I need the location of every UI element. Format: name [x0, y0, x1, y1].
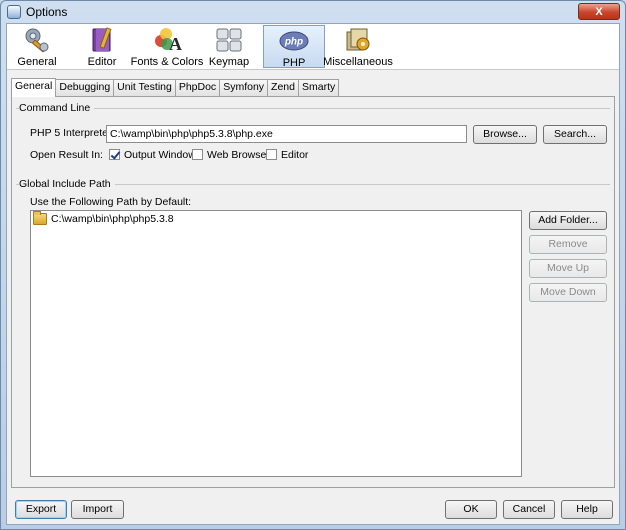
category-keymap[interactable]: Keymap: [205, 25, 253, 68]
dialog-client-area: General Editor A Fonts & Colors Keymap p…: [6, 23, 620, 525]
tab-zend[interactable]: Zend: [267, 79, 299, 96]
move-down-button[interactable]: Move Down: [529, 283, 607, 302]
keymap-icon: [214, 26, 244, 54]
help-button[interactable]: Help: [561, 500, 613, 519]
title-bar[interactable]: Options X: [1, 1, 625, 23]
category-label: Keymap: [208, 56, 250, 68]
fonts-colors-icon: A: [152, 26, 182, 54]
category-label: General: [17, 56, 57, 68]
tab-debugging[interactable]: Debugging: [55, 79, 115, 96]
php-interpreter-input[interactable]: [106, 125, 467, 143]
open-result-label: Open Result In:: [30, 149, 103, 161]
include-path-text: C:\wamp\bin\php\php5.3.8: [51, 213, 174, 225]
tab-smarty[interactable]: Smarty: [297, 79, 340, 96]
svg-text:A: A: [169, 34, 182, 54]
miscellaneous-icon: [343, 26, 373, 54]
php-logo-icon: php: [279, 27, 309, 55]
app-window-icon: [7, 5, 21, 19]
move-up-button[interactable]: Move Up: [529, 259, 607, 278]
ok-button[interactable]: OK: [445, 500, 497, 519]
include-path-list[interactable]: C:\wamp\bin\php\php5.3.8: [30, 210, 522, 477]
category-toolbar: General Editor A Fonts & Colors Keymap p…: [7, 24, 619, 70]
category-php[interactable]: php PHP: [263, 25, 325, 69]
editor-checkbox[interactable]: [266, 149, 277, 160]
tab-unit-testing[interactable]: Unit Testing: [113, 79, 176, 96]
php-subtabs: General Debugging Unit Testing PhpDoc Sy…: [11, 78, 340, 97]
close-button[interactable]: X: [578, 3, 620, 20]
list-item[interactable]: C:\wamp\bin\php\php5.3.8: [33, 211, 174, 225]
close-icon: X: [595, 5, 603, 18]
category-label: Miscellaneous: [323, 56, 393, 68]
editor-book-icon: [87, 26, 117, 54]
use-following-path-label: Use the Following Path by Default:: [30, 196, 192, 208]
window-title: Options: [26, 5, 68, 19]
folder-icon: [33, 211, 47, 225]
category-label: Fonts & Colors: [130, 56, 204, 68]
add-folder-button[interactable]: Add Folder...: [529, 211, 607, 230]
php-interpreter-label: PHP 5 Interpreter:: [30, 127, 115, 139]
import-button[interactable]: Import: [71, 500, 124, 519]
output-window-checkbox[interactable]: [109, 149, 120, 160]
section-divider: [16, 108, 610, 109]
svg-text:php: php: [284, 37, 303, 48]
tab-general[interactable]: General: [11, 78, 57, 97]
category-label: Editor: [87, 56, 117, 68]
category-general[interactable]: General: [11, 25, 63, 68]
tab-symfony[interactable]: Symfony: [219, 79, 269, 96]
tab-phpdoc[interactable]: PhpDoc: [174, 79, 221, 96]
category-editor[interactable]: Editor: [79, 25, 125, 68]
browse-button[interactable]: Browse...: [473, 125, 537, 144]
editor-label: Editor: [281, 149, 309, 161]
output-window-label: Output Window: [124, 149, 196, 161]
web-browser-checkbox[interactable]: [192, 149, 203, 160]
command-line-section-label: Command Line: [19, 102, 95, 114]
category-fonts-colors[interactable]: A Fonts & Colors: [131, 25, 203, 68]
options-window: Options X General Editor A Fonts & Color…: [0, 0, 626, 530]
search-button[interactable]: Search...: [543, 125, 607, 144]
export-button[interactable]: Export: [15, 500, 67, 519]
category-label: PHP: [282, 57, 306, 69]
remove-button[interactable]: Remove: [529, 235, 607, 254]
general-tab-panel: Command Line PHP 5 Interpreter: Browse..…: [11, 96, 615, 488]
cancel-button[interactable]: Cancel: [503, 500, 555, 519]
category-miscellaneous[interactable]: Miscellaneous: [323, 25, 393, 68]
global-include-path-section-label: Global Include Path: [19, 178, 115, 190]
general-settings-icon: [22, 26, 52, 54]
web-browser-label: Web Browser: [207, 149, 270, 161]
